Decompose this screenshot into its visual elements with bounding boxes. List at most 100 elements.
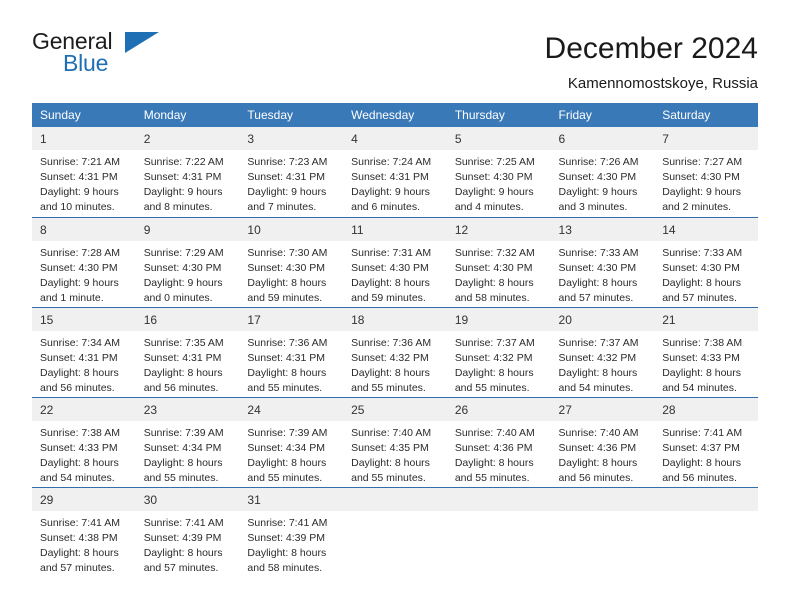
general-blue-logo[interactable]: General Blue — [32, 30, 162, 78]
calendar-day-cell[interactable]: 30 Sunrise: 7:41 AM Sunset: 4:39 PM Dayligh… — [135, 487, 240, 577]
calendar-cell: 20 Sunrise: 7:37 AM Sunset: 4:32 PM Dayligh… — [550, 307, 655, 397]
daylight-duration-line1: Daylight: 8 hours — [351, 276, 430, 289]
sunrise-time: Sunrise: 7:39 AM — [247, 427, 328, 439]
sunset-time: Sunset: 4:30 PM — [558, 170, 637, 183]
daylight-duration-line2: and 57 minutes. — [143, 561, 219, 574]
sunrise-time: Sunrise: 7:39 AM — [143, 427, 224, 439]
daylight-duration-line1: Daylight: 8 hours — [558, 366, 638, 379]
calendar-day-cell[interactable]: 14 Sunrise: 7:33 AM Sunset: 4:30 PM Dayligh… — [654, 217, 758, 307]
sunset-time: Sunset: 4:30 PM — [662, 261, 740, 274]
sunset-time: Sunset: 4:37 PM — [662, 441, 740, 454]
calendar-cell: 12 Sunrise: 7:32 AM Sunset: 4:30 PM Dayligh… — [446, 217, 551, 307]
sunset-time: Sunset: 4:31 PM — [40, 170, 118, 183]
calendar-cell: 4 Sunrise: 7:24 AM Sunset: 4:31 PM Daylight… — [343, 127, 447, 217]
calendar-day-cell[interactable]: 25 Sunrise: 7:40 AM Sunset: 4:35 PM Dayligh… — [343, 397, 447, 487]
day-details: Sunrise: 7:36 AM Sunset: 4:31 PM Daylight:… — [239, 331, 343, 396]
calendar-day-cell[interactable]: 8 Sunrise: 7:28 AM Sunset: 4:30 PM Daylight… — [32, 217, 136, 307]
weekday-header-row: Sunday Monday Tuesday Wednesday Thursday… — [32, 103, 758, 127]
daylight-duration-line2: and 55 minutes. — [454, 471, 530, 484]
calendar-day-cell[interactable]: 18 Sunrise: 7:36 AM Sunset: 4:32 PM Dayligh… — [343, 307, 447, 397]
sunrise-time: Sunrise: 7:37 AM — [558, 337, 639, 349]
day-details: Sunrise: 7:38 AM Sunset: 4:33 PM Daylight:… — [654, 331, 758, 396]
sunrise-time: Sunrise: 7:25 AM — [454, 156, 535, 168]
calendar-day-cell[interactable]: 13 Sunrise: 7:33 AM Sunset: 4:30 PM Dayligh… — [550, 217, 655, 307]
day-number: 9 — [135, 218, 240, 241]
daylight-duration-line1: Daylight: 8 hours — [247, 366, 327, 379]
day-number: 16 — [135, 308, 240, 331]
calendar-day-cell[interactable]: 21 Sunrise: 7:38 AM Sunset: 4:33 PM Dayligh… — [654, 307, 758, 397]
daylight-duration-line1: Daylight: 9 hours — [40, 276, 119, 289]
sunrise-time: Sunrise: 7:40 AM — [558, 427, 639, 439]
calendar-grid: Sunday Monday Tuesday Wednesday Thursday… — [32, 103, 758, 577]
day-number: 6 — [550, 127, 655, 150]
calendar-day-cell[interactable]: 17 Sunrise: 7:36 AM Sunset: 4:31 PM Dayligh… — [239, 307, 344, 397]
calendar-day-cell[interactable]: 16 Sunrise: 7:35 AM Sunset: 4:31 PM Dayligh… — [135, 307, 240, 397]
sunset-time: Sunset: 4:30 PM — [40, 261, 118, 274]
calendar-day-cell[interactable]: 11 Sunrise: 7:31 AM Sunset: 4:30 PM Dayligh… — [343, 217, 447, 307]
day-number: 24 — [239, 398, 344, 421]
calendar-day-cell-empty — [550, 487, 655, 577]
calendar-day-cell[interactable]: 3 Sunrise: 7:23 AM Sunset: 4:31 PM Daylight… — [239, 127, 344, 217]
calendar-day-cell[interactable]: 22 Sunrise: 7:38 AM Sunset: 4:33 PM Dayligh… — [32, 397, 136, 487]
calendar-day-cell[interactable]: 20 Sunrise: 7:37 AM Sunset: 4:32 PM Dayligh… — [550, 307, 655, 397]
calendar-day-cell[interactable]: 4 Sunrise: 7:24 AM Sunset: 4:31 PM Daylight… — [343, 127, 447, 217]
calendar-day-cell[interactable]: 31 Sunrise: 7:41 AM Sunset: 4:39 PM Dayligh… — [239, 487, 344, 577]
calendar-cell: 1 Sunrise: 7:21 AM Sunset: 4:31 PM Daylight… — [32, 127, 136, 217]
calendar-day-cell[interactable]: 29 Sunrise: 7:41 AM Sunset: 4:38 PM Dayligh… — [32, 487, 136, 577]
calendar-cell: 3 Sunrise: 7:23 AM Sunset: 4:31 PM Daylight… — [239, 127, 344, 217]
sunrise-time: Sunrise: 7:35 AM — [143, 337, 224, 349]
calendar-cell: 18 Sunrise: 7:36 AM Sunset: 4:32 PM Dayligh… — [343, 307, 447, 397]
calendar-week-row: 22 Sunrise: 7:38 AM Sunset: 4:33 PM Dayligh… — [32, 397, 758, 487]
calendar-day-cell[interactable]: 1 Sunrise: 7:21 AM Sunset: 4:31 PM Daylight… — [32, 127, 136, 217]
calendar-day-cell[interactable]: 10 Sunrise: 7:30 AM Sunset: 4:30 PM Dayligh… — [239, 217, 344, 307]
daylight-duration-line1: Daylight: 8 hours — [40, 456, 119, 469]
day-number: 26 — [446, 398, 551, 421]
day-details: Sunrise: 7:40 AM Sunset: 4:36 PM Daylight:… — [447, 421, 551, 486]
sunrise-time: Sunrise: 7:26 AM — [558, 156, 639, 168]
calendar-week-row: 29 Sunrise: 7:41 AM Sunset: 4:38 PM Dayligh… — [32, 487, 758, 577]
sunrise-time: Sunrise: 7:40 AM — [454, 427, 535, 439]
daylight-duration-line1: Daylight: 8 hours — [454, 366, 534, 379]
sunset-time: Sunset: 4:33 PM — [40, 441, 118, 454]
sunset-time: Sunset: 4:39 PM — [247, 531, 326, 544]
calendar-day-cell[interactable]: 27 Sunrise: 7:40 AM Sunset: 4:36 PM Dayligh… — [550, 397, 655, 487]
daylight-duration-line2: and 54 minutes. — [662, 381, 737, 394]
calendar-day-cell[interactable]: 5 Sunrise: 7:25 AM Sunset: 4:30 PM Daylight… — [446, 127, 551, 217]
calendar-day-cell[interactable]: 26 Sunrise: 7:40 AM Sunset: 4:36 PM Dayligh… — [446, 397, 551, 487]
sunset-time: Sunset: 4:31 PM — [247, 351, 326, 364]
calendar-cell: 14 Sunrise: 7:33 AM Sunset: 4:30 PM Dayligh… — [654, 217, 758, 307]
sunset-time: Sunset: 4:31 PM — [40, 351, 118, 364]
day-details: Sunrise: 7:41 AM Sunset: 4:37 PM Daylight:… — [654, 421, 758, 486]
calendar-cell: 22 Sunrise: 7:38 AM Sunset: 4:33 PM Dayligh… — [32, 397, 136, 487]
daylight-duration-line1: Daylight: 8 hours — [247, 456, 327, 469]
calendar-day-cell[interactable]: 6 Sunrise: 7:26 AM Sunset: 4:30 PM Daylight… — [550, 127, 655, 217]
day-details: Sunrise: 7:23 AM Sunset: 4:31 PM Daylight:… — [239, 150, 343, 215]
daylight-duration-line2: and 0 minutes. — [143, 291, 213, 304]
day-details: Sunrise: 7:35 AM Sunset: 4:31 PM Daylight:… — [136, 331, 240, 396]
daylight-duration-line1: Daylight: 8 hours — [351, 366, 430, 379]
calendar-day-cell[interactable]: 2 Sunrise: 7:22 AM Sunset: 4:31 PM Daylight… — [135, 127, 240, 217]
calendar-day-cell[interactable]: 23 Sunrise: 7:39 AM Sunset: 4:34 PM Dayligh… — [135, 397, 240, 487]
daylight-duration-line2: and 59 minutes. — [351, 291, 426, 304]
calendar-day-cell[interactable]: 24 Sunrise: 7:39 AM Sunset: 4:34 PM Dayligh… — [239, 397, 344, 487]
calendar-day-cell-empty — [446, 487, 551, 577]
calendar-day-cell[interactable]: 15 Sunrise: 7:34 AM Sunset: 4:31 PM Dayligh… — [32, 307, 136, 397]
calendar-day-cell[interactable]: 28 Sunrise: 7:41 AM Sunset: 4:37 PM Dayligh… — [654, 397, 758, 487]
calendar-day-cell[interactable]: 7 Sunrise: 7:27 AM Sunset: 4:30 PM Daylight… — [654, 127, 758, 217]
sunset-time: Sunset: 4:30 PM — [143, 261, 222, 274]
sunrise-time: Sunrise: 7:29 AM — [143, 247, 224, 259]
daylight-duration-line2: and 3 minutes. — [558, 200, 628, 213]
day-number: 7 — [654, 127, 758, 150]
daylight-duration-line1: Daylight: 8 hours — [247, 276, 327, 289]
day-number: 28 — [654, 398, 758, 421]
calendar-day-cell[interactable]: 12 Sunrise: 7:32 AM Sunset: 4:30 PM Dayligh… — [446, 217, 551, 307]
daylight-duration-line2: and 54 minutes. — [40, 471, 115, 484]
day-details: Sunrise: 7:27 AM Sunset: 4:30 PM Daylight:… — [654, 150, 758, 215]
daylight-duration-line2: and 55 minutes. — [247, 381, 323, 394]
calendar-day-cell[interactable]: 9 Sunrise: 7:29 AM Sunset: 4:30 PM Daylight… — [135, 217, 240, 307]
calendar-day-cell[interactable]: 19 Sunrise: 7:37 AM Sunset: 4:32 PM Dayligh… — [446, 307, 551, 397]
location-subtitle: Kamennomostskoye, Russia — [567, 74, 758, 92]
day-number — [343, 488, 447, 511]
calendar-cell: 8 Sunrise: 7:28 AM Sunset: 4:30 PM Daylight… — [32, 217, 136, 307]
day-number: 2 — [135, 127, 240, 150]
